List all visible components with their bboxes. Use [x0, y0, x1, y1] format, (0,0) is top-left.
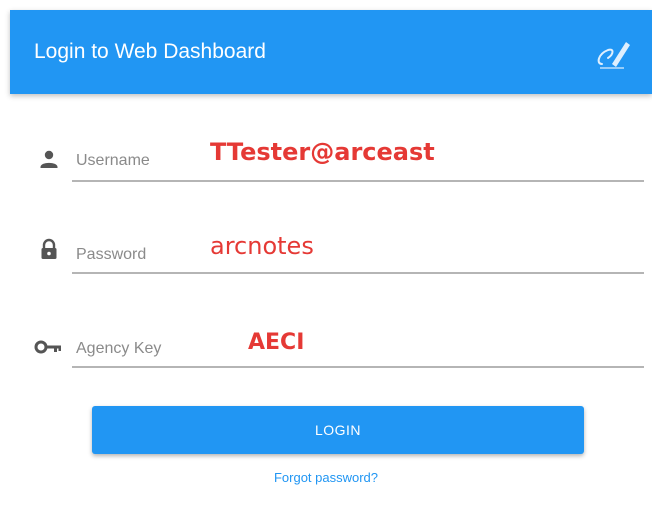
username-value[interactable]: TTester@arceast	[210, 138, 435, 166]
password-underline	[72, 272, 644, 274]
page-title: Login to Web Dashboard	[34, 40, 266, 63]
password-label: Password	[76, 246, 147, 263]
person-icon	[38, 148, 60, 170]
username-label: Username	[76, 152, 150, 169]
forgot-password-link[interactable]: Forgot password?	[0, 470, 652, 485]
username-field[interactable]: Username TTester@arceast	[0, 138, 652, 198]
password-field[interactable]: Password arcnotes	[0, 230, 652, 290]
lock-icon	[38, 238, 60, 260]
agency-key-field[interactable]: Agency Key AECI	[0, 324, 652, 384]
password-value[interactable]: arcnotes	[210, 232, 314, 260]
key-icon	[34, 336, 64, 358]
app-header: Login to Web Dashboard	[10, 10, 652, 94]
signature-icon[interactable]	[594, 34, 634, 74]
login-button[interactable]: LOGIN	[92, 406, 584, 454]
agency-key-underline	[72, 366, 644, 368]
agency-key-label: Agency Key	[76, 340, 162, 357]
agency-key-value[interactable]: AECI	[248, 330, 304, 355]
username-underline	[72, 180, 644, 182]
